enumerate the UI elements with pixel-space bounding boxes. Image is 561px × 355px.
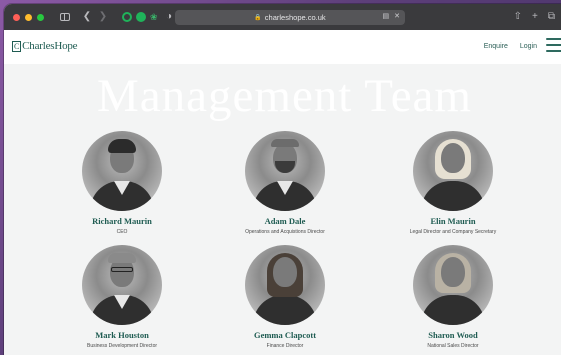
team-member-card[interactable]: Mark Houston Business Development Direct… [37,245,207,349]
forward-icon[interactable]: ❯ [96,10,110,24]
zoom-window-button[interactable] [37,13,44,21]
share-icon[interactable]: ⇧ [514,11,522,23]
url-text: charleshope.co.uk [264,13,326,22]
avatar [245,131,325,211]
member-role: CEO [116,229,128,235]
member-name: Richard Maurin [92,216,152,226]
avatar [245,245,325,325]
browser-window: ❮ ❯ ❀ ◑ 🔒 charleshope.co.uk ▤ ✕ ⇧ + ⧉ CC… [4,4,561,355]
member-role: Operations and Acquistions Director [245,229,325,235]
member-role: Business Development Director [86,343,158,349]
avatar [413,131,493,211]
back-icon[interactable]: ❮ [80,10,94,24]
logo-mark: C [12,41,22,52]
member-role: Finance Director [266,343,304,349]
logo-text: CharlesHope [22,40,78,52]
login-link[interactable]: Login [520,43,537,50]
address-bar[interactable]: 🔒 charleshope.co.uk ▤ ✕ [175,10,405,25]
member-name: Mark Houston [95,330,149,340]
site-logo[interactable]: C CharlesHope [12,40,78,52]
team-member-card[interactable]: Elin Maurin Legal Director and Company S… [368,131,538,235]
page-title: Management Team [97,70,472,122]
team-member-card[interactable]: Adam Dale Operations and Acquistions Dir… [200,131,370,235]
member-name: Sharon Wood [428,330,478,340]
team-member-card[interactable]: Sharon Wood National Sales Director [368,245,538,349]
extension-icon[interactable] [136,12,146,22]
site-header: C CharlesHope Enquire Login [4,30,561,64]
browser-toolbar: ❮ ❯ ❀ ◑ 🔒 charleshope.co.uk ▤ ✕ ⇧ + ⧉ [4,4,561,30]
enquire-link[interactable]: Enquire [484,43,508,50]
minimize-window-button[interactable] [25,13,32,21]
close-window-button[interactable] [13,13,20,21]
sidebar-icon[interactable] [58,10,72,24]
avatar [82,131,162,211]
reader-icon[interactable]: ▤ [383,12,390,20]
toolbar-right: ⇧ + ⧉ [514,11,555,23]
team-member-card[interactable]: Richard Maurin CEO [37,131,207,235]
member-role: Legal Director and Company Secretary [409,229,497,235]
menu-icon[interactable] [546,38,561,52]
extension-icon[interactable]: ❀ [150,13,160,22]
tabs-icon[interactable]: ⧉ [548,11,555,23]
team-member-card[interactable]: Gemma Clapcott Finance Director [200,245,370,349]
avatar [82,245,162,325]
member-name: Adam Dale [264,216,306,226]
member-name: Gemma Clapcott [253,330,317,340]
page-content: Management Team Richard Maurin CEO Adam … [4,64,561,355]
shield-icon[interactable]: ◑ [162,10,176,24]
member-role: National Sales Director [427,343,479,349]
header-links: Enquire Login [484,43,537,50]
window-controls [13,13,44,21]
extension-icons: ❀ [122,12,160,22]
avatar [413,245,493,325]
member-name: Elin Maurin [430,216,476,226]
extension-icon[interactable] [122,12,132,22]
lock-icon: 🔒 [254,15,262,21]
new-tab-icon[interactable]: + [532,11,538,23]
close-icon[interactable]: ✕ [394,12,400,20]
